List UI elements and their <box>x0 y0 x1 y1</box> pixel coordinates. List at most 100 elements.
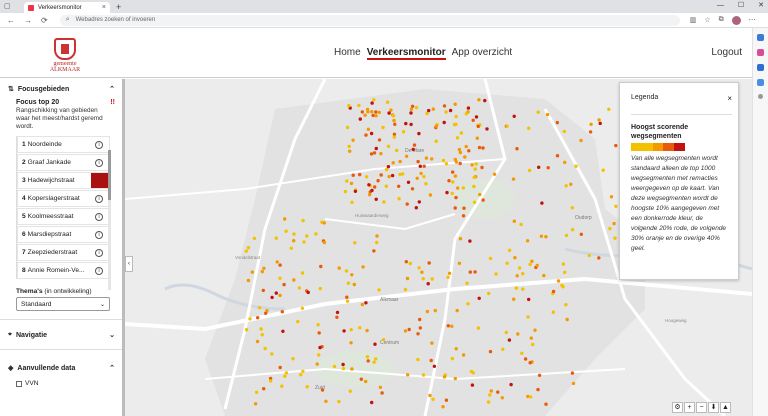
segment-point[interactable] <box>357 103 361 108</box>
segment-point[interactable] <box>416 332 420 336</box>
segment-point[interactable] <box>289 246 293 250</box>
segment-point[interactable] <box>528 262 532 267</box>
segment-point[interactable] <box>270 295 274 300</box>
segment-point[interactable] <box>405 276 410 281</box>
segment-point[interactable] <box>461 214 466 218</box>
segment-point[interactable] <box>306 290 310 295</box>
segment-point[interactable] <box>375 234 379 238</box>
segment-point[interactable] <box>461 353 466 357</box>
segment-point[interactable] <box>487 291 491 296</box>
segment-point[interactable] <box>358 326 362 330</box>
collections-icon[interactable]: ⧉ <box>719 16 724 24</box>
segment-point[interactable] <box>379 173 383 177</box>
segment-point[interactable] <box>374 197 378 201</box>
segment-point[interactable] <box>305 385 309 389</box>
segment-point[interactable] <box>317 331 321 335</box>
segment-point[interactable] <box>607 107 611 111</box>
segment-point[interactable] <box>412 143 417 147</box>
segment-point[interactable] <box>366 127 371 131</box>
info-icon[interactable]: i <box>95 212 103 221</box>
segment-point[interactable] <box>429 358 433 363</box>
segment-point[interactable] <box>556 279 561 283</box>
segment-point[interactable] <box>425 111 429 116</box>
segment-point[interactable] <box>441 405 445 409</box>
segment-point[interactable] <box>457 147 462 152</box>
segment-point[interactable] <box>374 110 378 114</box>
segment-point[interactable] <box>612 221 616 226</box>
segment-point[interactable] <box>342 329 346 333</box>
segment-point[interactable] <box>430 341 434 345</box>
segment-point[interactable] <box>374 357 378 361</box>
segment-point[interactable] <box>539 234 544 238</box>
segment-point[interactable] <box>417 200 421 204</box>
segment-point[interactable] <box>375 240 379 245</box>
segment-point[interactable] <box>341 366 346 371</box>
segment-point[interactable] <box>292 232 296 236</box>
segment-point[interactable] <box>364 379 368 384</box>
segment-point[interactable] <box>452 122 457 127</box>
segment-point[interactable] <box>407 327 411 332</box>
download-icon[interactable]: ⬇ <box>708 402 719 413</box>
segment-point[interactable] <box>588 130 593 134</box>
segment-point[interactable] <box>427 261 431 265</box>
legend-close-icon[interactable]: × <box>727 94 732 103</box>
segment-point[interactable] <box>421 277 425 281</box>
segment-point[interactable] <box>563 270 567 275</box>
segment-point[interactable] <box>431 397 435 401</box>
segment-point[interactable] <box>453 102 457 106</box>
segment-point[interactable] <box>442 120 446 125</box>
segment-point[interactable] <box>257 306 262 310</box>
north-arrow-icon[interactable]: ▲ <box>720 402 731 413</box>
segment-point[interactable] <box>422 174 426 179</box>
segment-point[interactable] <box>370 400 374 405</box>
segment-point[interactable] <box>299 373 303 377</box>
segment-point[interactable] <box>344 269 349 273</box>
segment-point[interactable] <box>533 328 537 332</box>
list-item[interactable]: 2 Graaf Jankade i <box>17 154 110 171</box>
vvn-checkbox-row[interactable]: VVN <box>0 378 123 387</box>
segment-point[interactable] <box>416 357 420 362</box>
segment-point[interactable] <box>453 174 458 178</box>
segment-point[interactable] <box>454 195 458 200</box>
search-sidebar-icon[interactable] <box>757 34 764 41</box>
forward-button[interactable]: → <box>24 16 32 25</box>
segment-point[interactable] <box>274 236 278 240</box>
list-item[interactable]: 7 Zeepziederstraat i <box>17 244 110 261</box>
segment-point[interactable] <box>421 373 426 377</box>
segment-point[interactable] <box>536 387 540 392</box>
segment-point[interactable] <box>418 317 422 322</box>
segment-point[interactable] <box>393 122 397 126</box>
profile-avatar[interactable] <box>731 15 741 25</box>
segment-point[interactable] <box>387 174 391 179</box>
segment-point[interactable] <box>275 260 279 264</box>
segment-point[interactable] <box>526 394 530 399</box>
segment-point[interactable] <box>366 110 370 114</box>
segment-point[interactable] <box>377 288 381 292</box>
tab-actions-icon[interactable]: ▢ <box>4 2 11 10</box>
segment-point[interactable] <box>341 362 345 367</box>
info-icon[interactable]: i <box>95 158 103 167</box>
segment-point[interactable] <box>370 188 374 193</box>
segment-point[interactable] <box>345 179 349 183</box>
segment-point[interactable] <box>483 98 487 103</box>
segment-point[interactable] <box>451 170 455 174</box>
segment-point[interactable] <box>455 136 460 140</box>
segment-point[interactable] <box>472 184 476 189</box>
segment-point[interactable] <box>529 336 533 340</box>
segment-point[interactable] <box>372 151 377 155</box>
segment-point[interactable] <box>392 135 396 139</box>
segment-point[interactable] <box>379 151 383 156</box>
segment-point[interactable] <box>405 202 409 206</box>
segment-point[interactable] <box>248 317 252 321</box>
address-bar[interactable]: ⌕ Webadres zoeken of invoeren <box>59 14 680 26</box>
segment-point[interactable] <box>418 164 422 168</box>
segment-point[interactable] <box>301 218 305 223</box>
more-menu-icon[interactable]: ⋯ <box>749 16 756 24</box>
segment-point[interactable] <box>512 297 516 301</box>
segment-point[interactable] <box>301 369 305 373</box>
segment-point[interactable] <box>501 347 505 351</box>
segment-point[interactable] <box>335 310 340 315</box>
segment-point[interactable] <box>254 390 259 394</box>
segment-point[interactable] <box>350 367 354 371</box>
segment-point[interactable] <box>570 228 575 232</box>
